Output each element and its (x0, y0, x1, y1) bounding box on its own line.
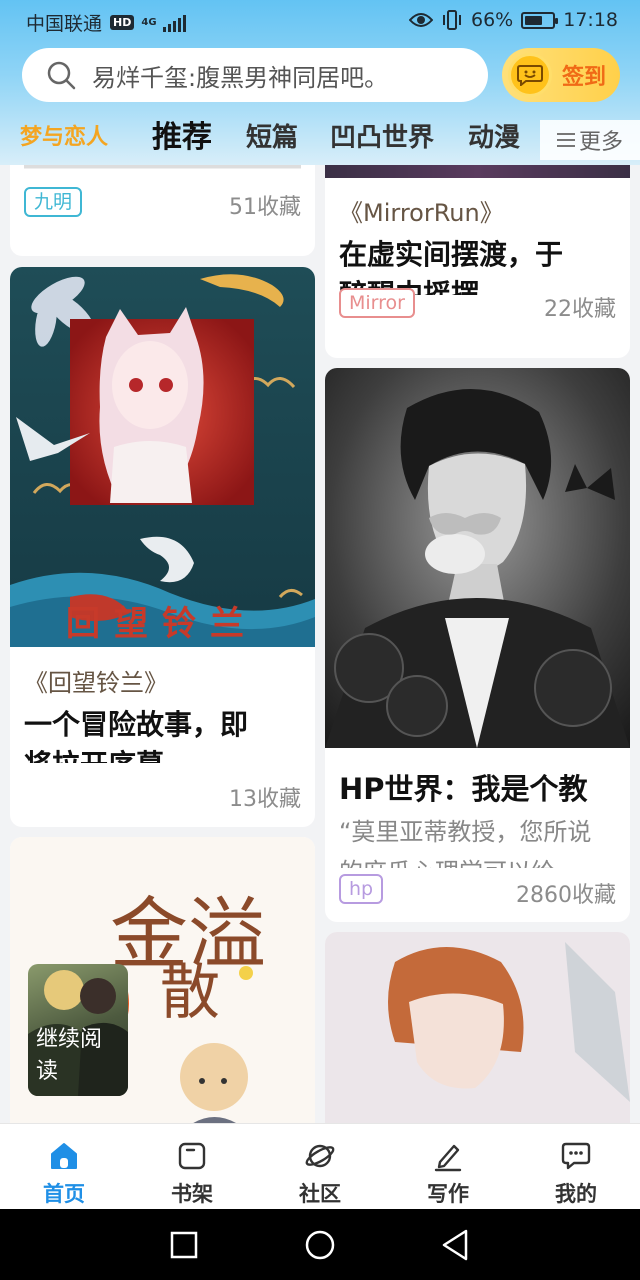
bottom-nav: 首页 书架 社区 写作 我的 (0, 1123, 640, 1209)
story-desc-overflow: 的麻瓜心理学可以给 (339, 852, 616, 868)
chat-icon (561, 1142, 591, 1170)
back-icon[interactable] (436, 1227, 476, 1263)
tag-badge[interactable]: Mirror (339, 288, 415, 318)
nav-write[interactable]: 写作 (384, 1124, 512, 1210)
nav-label: 书架 (171, 1182, 213, 1206)
tab-recommend[interactable]: 推荐 (152, 112, 212, 164)
tag-badge[interactable]: 九明 (24, 187, 83, 217)
smiley-icon (508, 53, 552, 97)
continue-reading-button[interactable]: 继续阅读 (28, 964, 128, 1096)
card-title-clipped (24, 165, 301, 183)
app-header: 中国联通 HD 4G 66% 17:18 易烊千玺:腹黑男神同居吧。 签到 梦与… (0, 0, 640, 165)
system-nav-bar (0, 1209, 640, 1280)
cover-image (325, 165, 630, 178)
status-left: 中国联通 HD 4G (26, 9, 186, 36)
hd-badge: HD (110, 15, 135, 30)
sign-in-button[interactable]: 签到 (502, 48, 620, 102)
story-card-mirrorrun[interactable]: 《MirrorRun》 在虚实间摆渡，于 醉醒中摇摆 Mirror 22收藏 (325, 165, 630, 358)
book-name: 《MirrorRun》 (339, 199, 504, 227)
story-card-lilan[interactable]: 回望铃兰 《回望铃兰》 一个冒险故事，即 将拉开序幕 13收藏 (10, 267, 315, 827)
cover-image (325, 932, 630, 1123)
recent-apps-icon[interactable] (164, 1227, 204, 1263)
favorite-count: 13收藏 (229, 787, 301, 812)
pen-icon (434, 1144, 462, 1172)
tab-aotu-world[interactable]: 凹凸世界 (330, 112, 434, 164)
favorite-count: 22收藏 (544, 297, 616, 322)
nav-label: 写作 (427, 1182, 469, 1206)
favorite-count: 2860收藏 (516, 883, 616, 908)
cover-title-text: 回望铃兰 (66, 604, 258, 644)
continue-reading-label: 继续阅读 (36, 1027, 103, 1084)
status-bar: 中国联通 HD 4G 66% 17:18 (0, 0, 640, 42)
story-title-overflow: 将拉开序幕 (24, 743, 301, 763)
story-card-jiuming[interactable]: 九明 51收藏 (10, 165, 315, 256)
bookshelf-icon (178, 1142, 206, 1170)
nav-community[interactable]: 社区 (256, 1124, 384, 1210)
story-desc: “莫里亚蒂教授，您所说 (339, 818, 592, 846)
sign-in-label: 签到 (562, 65, 607, 90)
favorite-count: 51收藏 (229, 195, 301, 220)
battery-percent: 66% (471, 9, 514, 31)
tab-anime[interactable]: 动漫 (468, 112, 520, 164)
battery-fill (525, 15, 543, 25)
network-type: 4G (141, 16, 157, 28)
search-bar[interactable]: 易烊千玺:腹黑男神同居吧。 (22, 48, 488, 102)
cover-subtitle-text: 散 (160, 958, 220, 1028)
nav-home[interactable]: 首页 (0, 1124, 128, 1210)
cover-image (325, 368, 630, 748)
nav-label: 社区 (299, 1182, 341, 1206)
tag-badge[interactable]: hp (339, 874, 384, 904)
search-icon (47, 61, 76, 90)
nav-mine[interactable]: 我的 (512, 1124, 640, 1210)
home-icon (51, 1143, 77, 1169)
story-card-hp[interactable]: HP世界：我是个教 “莫里亚蒂教授，您所说 的麻瓜心理学可以给 hp 2860收… (325, 368, 630, 922)
tab-short[interactable]: 短篇 (246, 112, 298, 164)
vibrate-icon (443, 10, 461, 30)
nav-label: 我的 (555, 1182, 597, 1206)
story-card-bsd[interactable] (325, 932, 630, 1123)
cover-image: 回望铃兰 (10, 267, 315, 647)
signal-icon (162, 14, 186, 32)
tab-dream-lover[interactable]: 梦与恋人 (20, 112, 108, 164)
eye-icon (409, 13, 433, 27)
story-title: HP世界：我是个教 (339, 772, 588, 806)
clock: 17:18 (563, 9, 618, 31)
battery-icon (521, 11, 559, 29)
home-button-icon[interactable] (300, 1227, 340, 1263)
nav-label: 首页 (43, 1182, 85, 1206)
menu-icon (556, 133, 575, 147)
book-name: 《回望铃兰》 (24, 669, 168, 697)
more-label: 更多 (578, 130, 623, 155)
carrier-name: 中国联通 (26, 13, 103, 35)
story-title: 一个冒险故事，即 (24, 708, 249, 741)
search-placeholder: 易烊千玺:腹黑男神同居吧。 (92, 63, 389, 92)
category-tabs: 梦与恋人 推荐 短篇 凹凸世界 动漫 更多 (0, 112, 640, 164)
more-tabs-button[interactable]: 更多 (540, 120, 640, 160)
nav-bookshelf[interactable]: 书架 (128, 1124, 256, 1210)
planet-icon (305, 1144, 335, 1168)
story-title: 在虚实间摆渡，于 (339, 238, 564, 271)
status-right: 66% 17:18 (409, 9, 618, 31)
